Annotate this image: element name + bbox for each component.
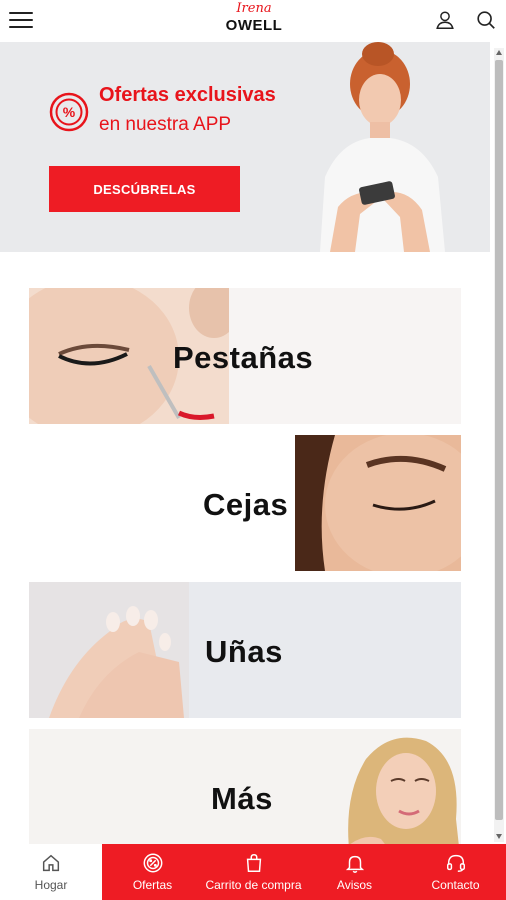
- category-label: Pestañas: [173, 340, 314, 375]
- scroll-up-arrow-icon[interactable]: [496, 50, 502, 55]
- brand-logo[interactable]: Irena OWELL: [222, 2, 286, 38]
- home-content[interactable]: % Ofertas exclusivas en nuestra APP DESC…: [0, 42, 506, 844]
- category-label: Más: [211, 781, 273, 816]
- logo-brand: OWELL: [225, 17, 283, 34]
- bell-icon: [345, 855, 364, 873]
- nav-item-home[interactable]: Hogar: [0, 844, 102, 900]
- user-account-icon[interactable]: [434, 9, 456, 31]
- nav-label: Hogar: [34, 878, 68, 892]
- svg-text:%: %: [63, 104, 76, 120]
- shopping-bag-icon: [246, 854, 261, 872]
- nav-item-contact[interactable]: Contacto: [405, 844, 506, 900]
- nav-label: Avisos: [336, 878, 373, 892]
- vertical-scrollbar[interactable]: [494, 48, 504, 842]
- nav-label: Contacto: [431, 878, 480, 892]
- nav-red-group: Ofertas Carrito de compra Avisos Contact…: [102, 844, 506, 900]
- logo-script: Irena: [236, 1, 272, 16]
- category-card-unas[interactable]: Uñas: [29, 582, 461, 718]
- eyebrow-image: [295, 435, 461, 571]
- offers-icon: [143, 853, 162, 873]
- category-label: Uñas: [205, 634, 283, 669]
- category-card-mas[interactable]: Más: [29, 729, 461, 844]
- top-app-bar: Irena OWELL: [0, 0, 506, 42]
- menu-icon[interactable]: [9, 11, 33, 29]
- offers-banner[interactable]: % Ofertas exclusivas en nuestra APP DESC…: [0, 42, 490, 252]
- scrollbar-thumb[interactable]: [495, 60, 503, 820]
- category-label: Cejas: [203, 487, 289, 522]
- bottom-navigation: Hogar Ofertas Carrito de compra Avisos C…: [0, 844, 506, 900]
- nav-label: Carrito de compra: [205, 878, 302, 892]
- scroll-down-arrow-icon[interactable]: [496, 834, 502, 839]
- banner-subtitle: en nuestra APP: [99, 114, 232, 135]
- home-icon: [42, 854, 60, 872]
- discover-offers-button[interactable]: DESCÚBRELAS: [49, 166, 240, 212]
- nav-item-offers[interactable]: Ofertas: [102, 844, 203, 900]
- banner-title: Ofertas exclusivas: [99, 84, 276, 106]
- woman-portrait-image: [311, 729, 461, 844]
- nav-item-cart[interactable]: Carrito de compra: [203, 844, 304, 900]
- nav-label: Ofertas: [132, 878, 173, 892]
- category-card-cejas[interactable]: Cejas: [29, 435, 461, 571]
- headset-icon: [446, 854, 465, 872]
- discount-badge-icon: %: [49, 92, 89, 132]
- search-icon[interactable]: [475, 9, 497, 31]
- banner-woman-image: [320, 42, 445, 252]
- category-card-pestanas[interactable]: Pestañas: [29, 288, 461, 424]
- nails-image: [29, 582, 189, 718]
- nav-item-notices[interactable]: Avisos: [304, 844, 405, 900]
